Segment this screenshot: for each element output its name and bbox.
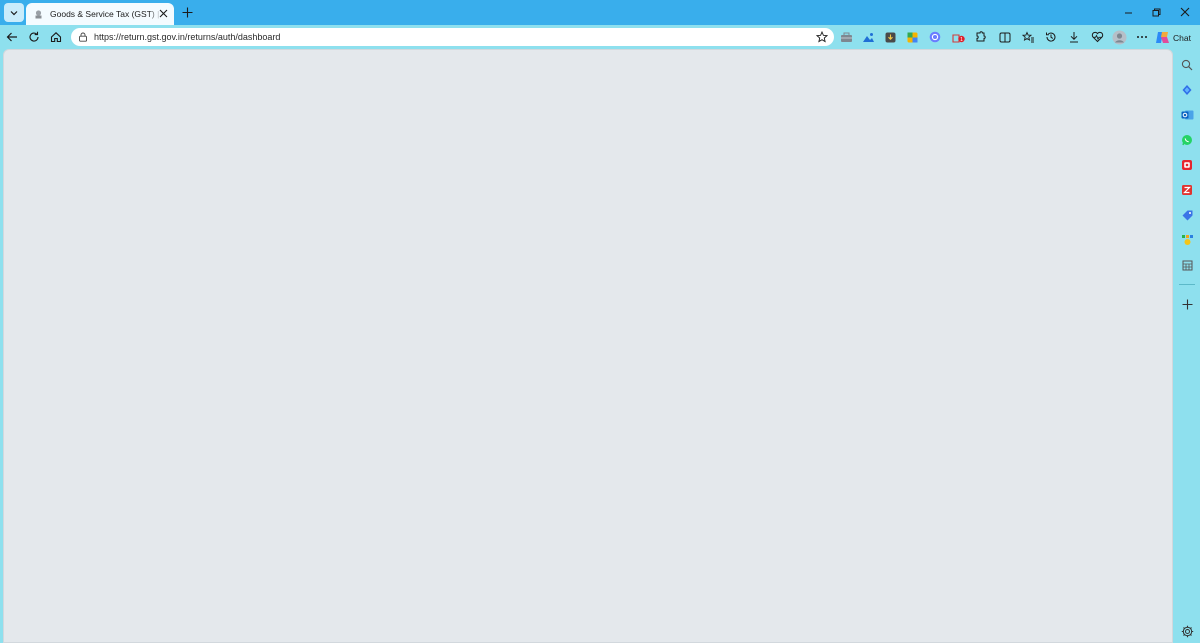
back-button[interactable] [3,28,21,46]
minimize-icon [1124,12,1132,13]
tab-close-button[interactable] [157,7,170,20]
search-icon[interactable] [1179,57,1195,73]
sidebar-divider [1179,284,1195,285]
toolbox-icon[interactable] [838,29,854,45]
title-bar: Goods & Service Tax (GST) | User D [0,0,1200,25]
refresh-button[interactable] [25,28,43,46]
wallet-ext-icon[interactable] [904,29,920,45]
game-icon[interactable] [1179,232,1195,248]
performance-icon[interactable] [1089,29,1105,45]
address-bar[interactable]: https://return.gst.gov.in/returns/auth/d… [71,28,834,46]
profile-icon[interactable] [1111,29,1127,45]
copilot-chat-button[interactable]: Chat [1153,29,1197,46]
calculator-icon[interactable] [1179,257,1195,273]
downloads-icon[interactable] [1066,29,1082,45]
star-icon [816,31,828,43]
minimize-button[interactable] [1119,4,1137,20]
whatsapp-icon[interactable] [1179,132,1195,148]
emblem-icon [32,8,44,20]
outlook-icon[interactable] [1179,107,1195,123]
copilot-ext-icon[interactable] [927,29,943,45]
plus-icon [182,7,193,18]
home-icon [50,32,62,43]
edge-sidebar [1174,49,1200,643]
tab-actions-menu-button[interactable] [4,3,24,22]
history-icon[interactable] [1043,29,1059,45]
lock-icon[interactable] [77,31,89,43]
url-text[interactable]: https://return.gst.gov.in/returns/auth/d… [94,32,280,42]
restore-icon [1152,8,1160,16]
close-icon [1180,7,1190,17]
zoho-icon[interactable] [1179,182,1195,198]
settings-icon[interactable] [1179,623,1195,639]
add-icon[interactable] [1179,296,1195,312]
more-icon[interactable] [1134,29,1150,45]
shopping-badge-icon[interactable]: 1 [950,29,966,45]
restore-button[interactable] [1147,4,1165,20]
tab-title: Goods & Service Tax (GST) | User D [50,9,162,19]
browser-toolbar: https://return.gst.gov.in/returns/auth/d… [0,25,1200,49]
chevron-down-icon [10,10,18,15]
close-window-button[interactable] [1176,4,1194,20]
photos-icon[interactable] [860,29,876,45]
chat-label: Chat [1173,32,1191,43]
svg-text:1: 1 [960,37,963,43]
tag-icon[interactable] [1179,207,1195,223]
new-tab-button[interactable] [180,5,195,20]
arrow-left-icon [6,32,17,42]
copilot-icon[interactable] [1179,82,1195,98]
home-button[interactable] [47,28,65,46]
page-content-area[interactable] [3,49,1173,643]
office-icon[interactable] [1179,157,1195,173]
refresh-icon [29,31,39,42]
split-screen-icon[interactable] [997,29,1013,45]
favorites-icon[interactable] [1020,29,1036,45]
download-ext-icon[interactable] [882,29,898,45]
add-favorite-button[interactable] [815,30,829,44]
active-tab[interactable]: Goods & Service Tax (GST) | User D [26,3,174,25]
copilot-icon [1156,32,1169,43]
close-icon [159,9,168,18]
extensions-icon[interactable] [972,29,988,45]
